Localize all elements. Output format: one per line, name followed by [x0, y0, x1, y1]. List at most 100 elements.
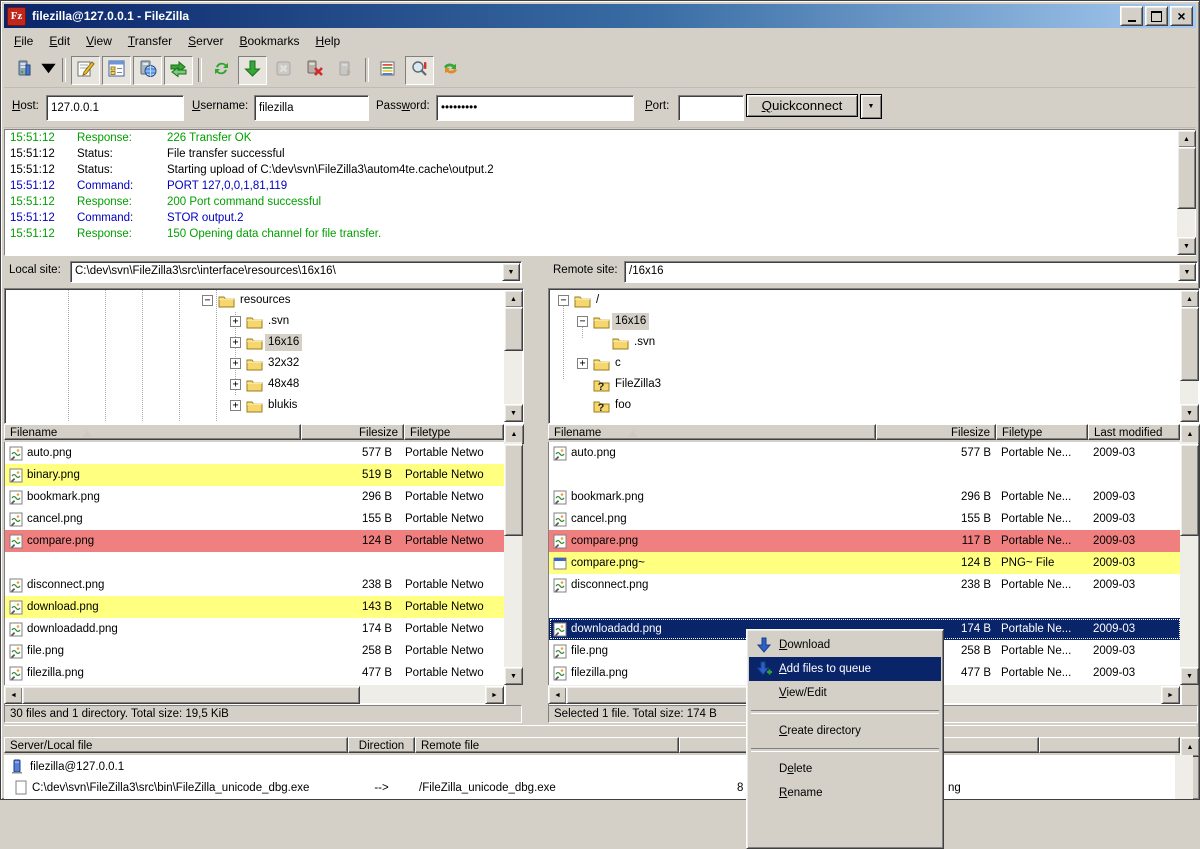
file-row[interactable]: disconnect.png238 BPortable Ne...2009-03	[549, 574, 1181, 596]
file-row[interactable]: cancel.png155 BPortable Ne...2009-03	[549, 508, 1181, 530]
close-button[interactable]: ×	[1170, 6, 1193, 26]
tree-node[interactable]: c	[612, 355, 624, 372]
remote-list-scrollbar[interactable]: ▼	[1180, 442, 1198, 685]
file-row[interactable]: compare.png~124 BPNG~ File2009-03	[549, 552, 1181, 574]
scroll-right-icon[interactable]: ►	[1161, 686, 1180, 704]
queue-server-row[interactable]: filezilla@127.0.0.1	[4, 757, 1154, 778]
scroll-up-icon[interactable]: ▲	[1180, 424, 1200, 444]
file-row[interactable]: file.png258 BPortable Netwo	[5, 640, 505, 662]
process-queue-button[interactable]	[238, 56, 267, 85]
context-menu-item-rename[interactable]: Rename	[749, 781, 941, 805]
local-tree-scrollbar-thumb[interactable]	[504, 307, 523, 351]
column-header-filename[interactable]: Filename	[4, 424, 301, 440]
remote-tree-button[interactable]	[133, 56, 162, 85]
column-header-server-local-file[interactable]: Server/Local file	[4, 737, 348, 753]
tree-expander[interactable]: +	[230, 400, 241, 411]
remote-tree-scrollbar[interactable]: ▲ ▼	[1180, 290, 1198, 422]
column-header-filesize[interactable]: Filesize	[301, 424, 404, 440]
context-menu-item-download[interactable]: Download	[749, 633, 941, 657]
disconnect-button[interactable]	[300, 56, 329, 85]
file-row[interactable]: auto.png577 BPortable Ne...2009-03	[549, 442, 1181, 464]
file-row[interactable]: compare.png117 BPortable Ne...2009-03	[549, 530, 1181, 552]
menu-transfer[interactable]: Transfer	[120, 32, 180, 50]
column-header-last-modified[interactable]: Last modified	[1088, 424, 1180, 440]
column-header-filename[interactable]: Filename	[548, 424, 876, 440]
directory-filter-button[interactable]	[374, 56, 403, 85]
column-header-status[interactable]	[1039, 737, 1180, 753]
file-row[interactable]: binary.png519 BPortable Netwo	[5, 464, 505, 486]
message-log-button[interactable]	[71, 56, 100, 85]
file-row[interactable]: filezilla.png477 BPortable Netwo	[5, 662, 505, 684]
file-row[interactable]: bookmark.png296 BPortable Ne...2009-03	[549, 486, 1181, 508]
file-row[interactable]: download.png143 BPortable Netwo	[5, 596, 505, 618]
tree-expander[interactable]: +	[230, 316, 241, 327]
tree-node[interactable]: /	[593, 292, 602, 309]
context-menu-item-delete[interactable]: Delete	[749, 757, 941, 781]
refresh-button[interactable]	[207, 56, 236, 85]
tree-node[interactable]: 32x32	[265, 355, 302, 372]
site-manager-button[interactable]	[9, 56, 38, 85]
minimize-button[interactable]	[1120, 6, 1143, 26]
log-scrollbar[interactable]: ▲ ▼	[1177, 130, 1195, 255]
local-list-hscrollbar[interactable]: ◄ ►	[4, 685, 504, 703]
file-row[interactable]: bookmark.png296 BPortable Netwo	[5, 486, 505, 508]
tree-expander[interactable]: +	[577, 358, 588, 369]
scroll-up-icon[interactable]: ▲	[1180, 737, 1200, 757]
file-row[interactable]: disconnect.png238 BPortable Netwo	[5, 574, 505, 596]
queue-file-row[interactable]: C:\dev\svn\FileZilla3\src\bin\FileZilla_…	[4, 778, 1154, 799]
menu-file[interactable]: File	[6, 32, 41, 50]
column-header-direction[interactable]: Direction	[348, 737, 415, 753]
transfer-queue-button[interactable]	[164, 56, 193, 85]
menu-help[interactable]: Help	[308, 32, 349, 50]
title-bar[interactable]: Fz filezilla@127.0.0.1 - FileZilla ×	[4, 4, 1196, 28]
column-header-filetype[interactable]: Filetype	[996, 424, 1088, 440]
tree-node[interactable]: resources	[237, 292, 294, 309]
file-row[interactable]: cancel.png155 BPortable Netwo	[5, 508, 505, 530]
local-tree-button[interactable]	[102, 56, 131, 85]
local-tree-scrollbar[interactable]: ▲ ▼	[504, 290, 522, 422]
menu-view[interactable]: View	[78, 32, 120, 50]
file-row[interactable]	[549, 464, 1181, 486]
tree-node[interactable]: 16x16	[612, 313, 649, 330]
remote-list-scrollbar-thumb[interactable]	[1180, 444, 1199, 536]
local-list-scrollbar-thumb[interactable]	[504, 444, 523, 536]
cancel-button[interactable]	[269, 56, 298, 85]
remote-tree-scrollbar-thumb[interactable]	[1180, 307, 1199, 381]
log-scrollbar-thumb[interactable]	[1177, 147, 1196, 209]
password-input[interactable]	[436, 95, 634, 121]
scroll-down-icon[interactable]: ▼	[504, 667, 523, 685]
remote-site-combo[interactable]: /16x16 ▼	[624, 261, 1198, 283]
maximize-button[interactable]	[1145, 6, 1168, 26]
queue-scrollbar[interactable]	[1175, 755, 1193, 799]
chevron-down-icon[interactable]: ▼	[1178, 263, 1196, 281]
menu-server[interactable]: Server	[180, 32, 231, 50]
scroll-down-icon[interactable]: ▼	[1177, 237, 1196, 255]
tree-node[interactable]: FileZilla3	[612, 376, 664, 393]
scroll-right-icon[interactable]: ►	[485, 686, 504, 704]
tree-node[interactable]: .svn	[265, 313, 292, 330]
file-row[interactable]: downloadadd.png174 BPortable Netwo	[5, 618, 505, 640]
tree-node[interactable]: 48x48	[265, 376, 302, 393]
context-menu-item-add-files-to-queue[interactable]: Add files to queue	[749, 657, 941, 681]
chevron-down-icon[interactable]: ▼	[502, 263, 520, 281]
tree-expander[interactable]: −	[558, 295, 569, 306]
scroll-up-icon[interactable]: ▲	[504, 290, 523, 308]
tree-node[interactable]: blukis	[265, 397, 300, 414]
context-menu-item-view-edit[interactable]: View/Edit	[749, 681, 941, 705]
column-header-remote-file[interactable]: Remote file	[415, 737, 679, 753]
scroll-down-icon[interactable]: ▼	[1180, 404, 1199, 422]
tree-node[interactable]: 16x16	[265, 334, 302, 351]
menu-bookmarks[interactable]: Bookmarks	[231, 32, 307, 50]
directory-comparison-button[interactable]	[405, 56, 434, 85]
username-input[interactable]	[254, 95, 369, 121]
file-row[interactable]	[549, 596, 1181, 618]
tree-expander[interactable]: −	[577, 316, 588, 327]
file-row[interactable]: auto.png577 BPortable Netwo	[5, 442, 505, 464]
local-site-combo[interactable]: C:\dev\svn\FileZilla3\src\interface\reso…	[70, 261, 522, 283]
host-input[interactable]	[46, 95, 184, 121]
reconnect-button[interactable]	[331, 56, 360, 85]
column-header-filesize[interactable]: Filesize	[876, 424, 996, 440]
context-menu-item-create-directory[interactable]: Create directory	[749, 719, 941, 743]
scroll-up-icon[interactable]: ▲	[1177, 130, 1196, 148]
scroll-left-icon[interactable]: ◄	[548, 686, 567, 704]
